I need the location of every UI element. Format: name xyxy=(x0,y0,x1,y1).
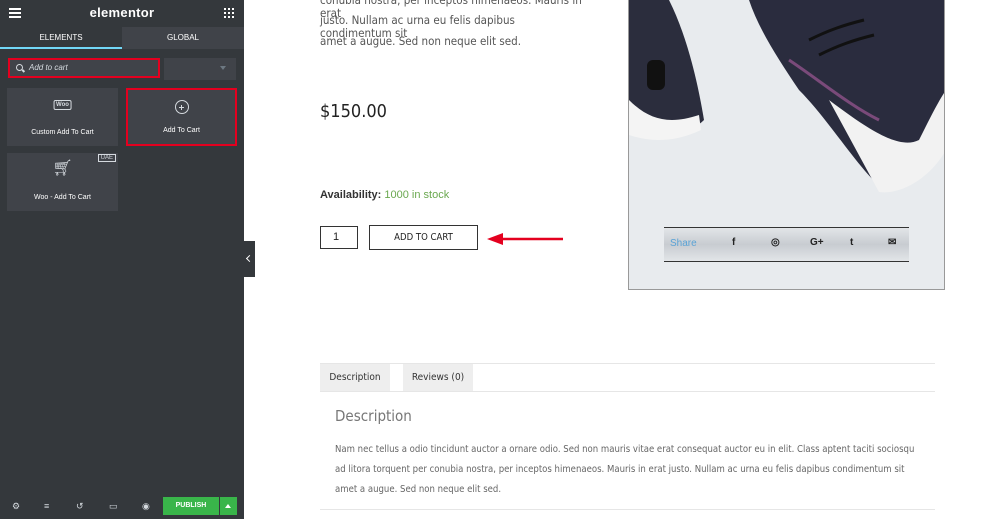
arrow-left-icon xyxy=(487,233,563,245)
woo-icon: Woo xyxy=(53,100,72,110)
widget-label: Woo - Add To Cart xyxy=(34,194,91,201)
quantity-input[interactable]: 1 xyxy=(320,226,358,249)
category-select[interactable] xyxy=(164,58,236,80)
widgets-grid-icon[interactable] xyxy=(224,8,234,18)
google-plus-icon[interactable]: G+ xyxy=(810,237,824,248)
preview-icon[interactable]: ◉ xyxy=(142,501,150,511)
responsive-mode-icon[interactable]: ▭ xyxy=(109,501,118,511)
tab-description[interactable]: Description xyxy=(320,364,390,391)
tab-reviews[interactable]: Reviews (0) xyxy=(403,364,473,391)
facebook-icon[interactable]: f xyxy=(732,237,735,248)
editor-header: elementor xyxy=(0,0,244,26)
availability-value: 1000 in stock xyxy=(384,189,450,201)
search-input[interactable]: Add to cart xyxy=(8,58,160,78)
share-bar: Share f ◎ G+ t ✉ xyxy=(664,227,909,262)
add-to-cart-button[interactable]: ADD TO CART xyxy=(369,225,478,250)
cart-icon: 🛒︎ xyxy=(52,160,73,177)
search-input-value: Add to cart xyxy=(29,63,68,72)
widget-label: Custom Add To Cart xyxy=(31,129,94,136)
publish-options-button[interactable] xyxy=(220,497,237,515)
share-label: Share xyxy=(670,238,697,249)
widget-add-to-cart[interactable]: Add To Cart xyxy=(126,88,237,146)
description-body: Nam nec tellus a odio tincidunt auctor a… xyxy=(335,444,915,495)
product-price: $150.00 xyxy=(320,101,387,122)
tab-elements[interactable]: ELEMENTS xyxy=(0,27,122,49)
settings-icon[interactable]: ⚙ xyxy=(12,501,20,511)
availability: Availability: 1000 in stock xyxy=(320,189,449,201)
uae-badge: UAE xyxy=(97,154,116,162)
publish-button[interactable]: PUBLISH xyxy=(163,497,219,515)
product-text-line: amet a augue. Sed non neque elit sed. xyxy=(320,34,522,48)
navigator-icon[interactable]: ≡ xyxy=(44,501,49,511)
tab-global[interactable]: GLOBAL xyxy=(122,27,244,49)
search-icon xyxy=(16,64,23,71)
twitter-icon[interactable]: t xyxy=(850,237,853,248)
history-icon[interactable]: ↺ xyxy=(76,501,84,511)
widget-woo-add-to-cart[interactable]: UAE 🛒︎ Woo - Add To Cart xyxy=(7,153,118,211)
widget-custom-add-to-cart[interactable]: Woo Custom Add To Cart xyxy=(7,88,118,146)
description-heading: Description xyxy=(335,407,412,425)
collapse-panel-button[interactable] xyxy=(244,241,255,277)
availability-label: Availability: xyxy=(320,189,382,201)
widget-label: Add To Cart xyxy=(163,127,200,134)
add-to-cart-icon xyxy=(174,100,189,114)
chevron-down-icon xyxy=(220,66,226,70)
email-icon[interactable]: ✉ xyxy=(888,237,896,248)
whatsapp-icon[interactable]: ◎ xyxy=(771,237,780,248)
editor-logo: elementor xyxy=(89,5,155,20)
editor-panel: elementor ELEMENTS GLOBAL Add to cart Wo… xyxy=(0,0,244,519)
